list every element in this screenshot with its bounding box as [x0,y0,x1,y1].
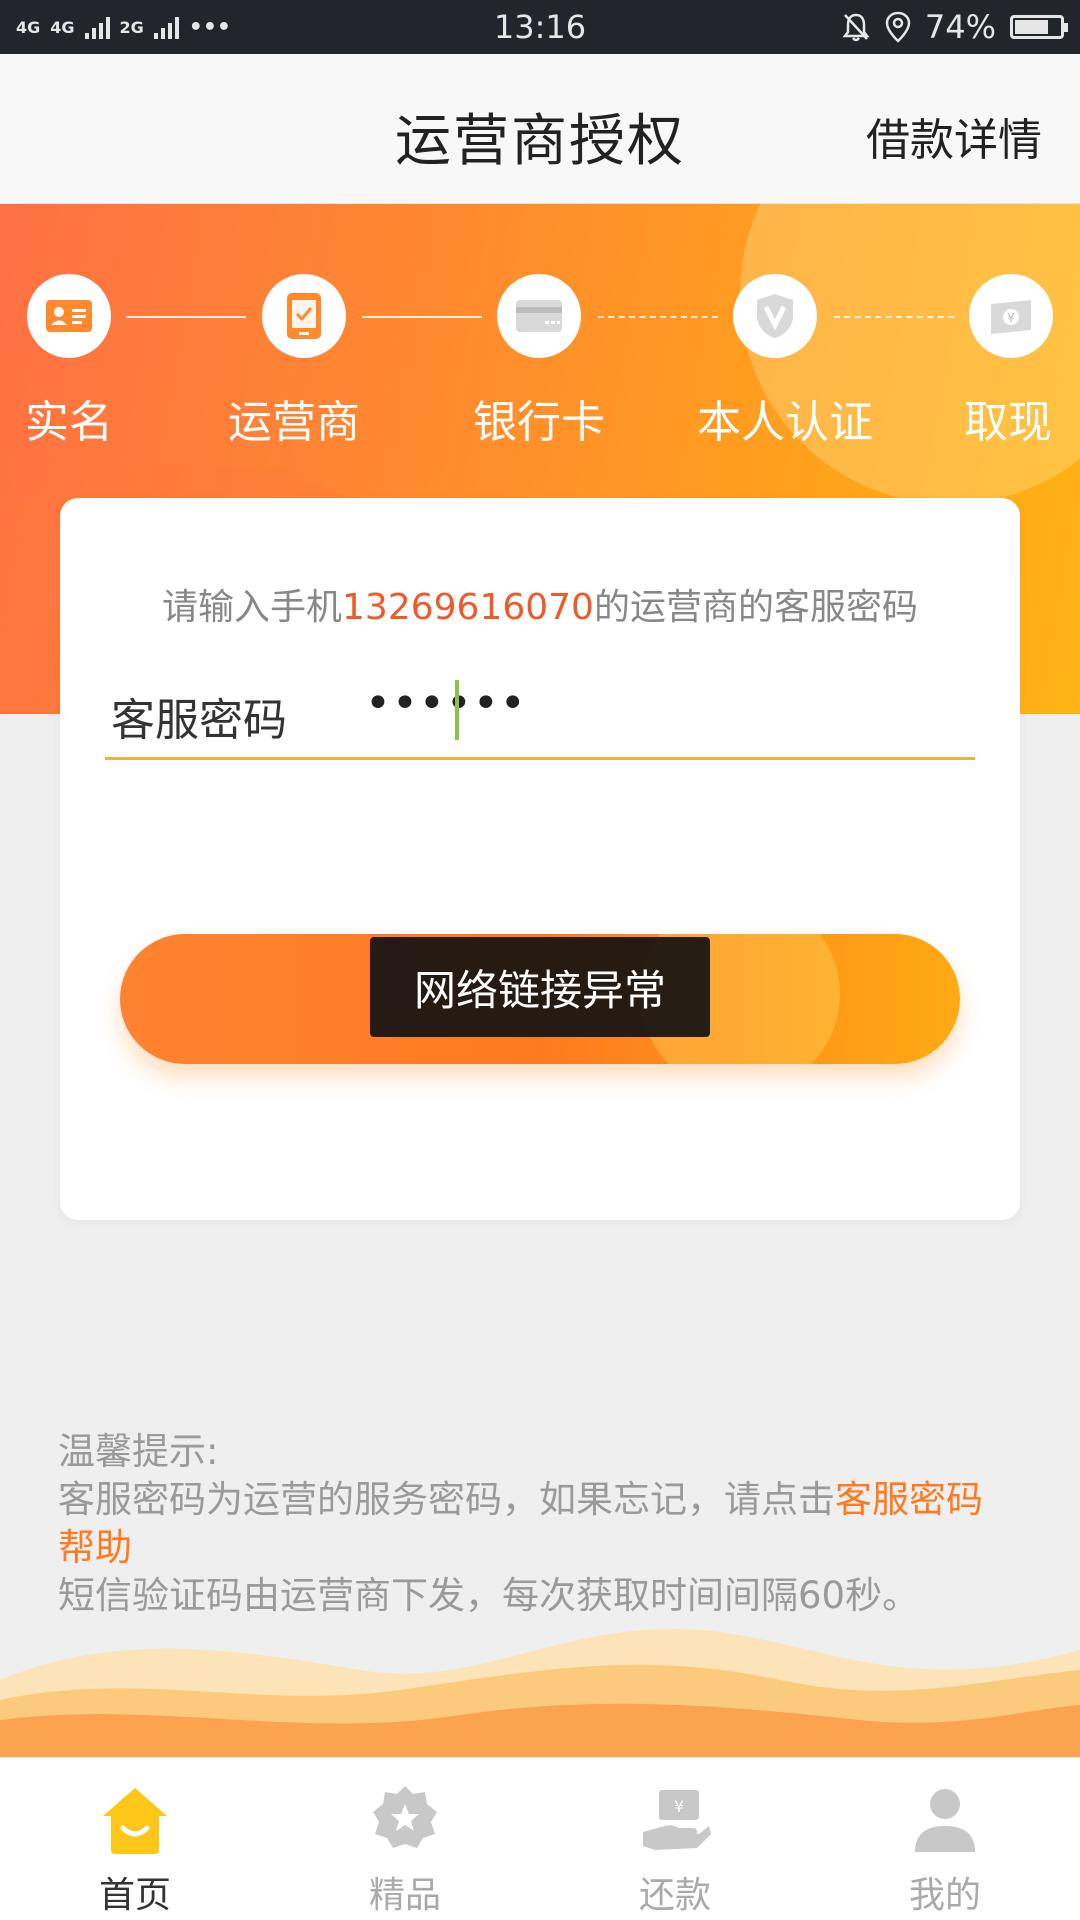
star-badge-icon [373,1786,437,1848]
password-input[interactable]: •••••• [365,678,527,729]
svg-text:¥: ¥ [674,1797,684,1816]
tab-home[interactable]: 首页 [0,1758,270,1920]
prompt-prefix: 请输入手机 [162,587,343,628]
step-label-carrier: 运营商 [228,397,360,448]
battery-percent: 74% [924,8,996,46]
network-type-label-2: 4G [50,17,75,37]
tips-section: 温馨提示: 客服密码为运营的服务密码，如果忘记，请点击客服密码帮助 短信验证码由… [58,1428,1018,1620]
repay-hand-icon: ¥ [643,1790,711,1850]
phone-prompt: 请输入手机13269616070的运营商的客服密码 [60,578,1020,630]
network-error-toast: 网络链接异常 [370,937,710,1037]
password-label: 客服密码 [111,695,287,746]
tab-label-mine: 我的 [908,1875,981,1916]
password-field-row[interactable]: 客服密码 •••••• [105,668,975,760]
tab-label-featured: 精品 [368,1875,441,1916]
home-icon [103,1788,167,1854]
step-connector [598,316,718,318]
svg-text:¥: ¥ [1007,311,1015,325]
loan-details-link[interactable]: 借款详情 [866,104,1042,168]
step-identity[interactable] [733,274,817,358]
tab-featured[interactable]: 精品 [270,1758,540,1920]
navigation-bar: 运营商授权 借款详情 [0,54,1080,204]
step-connector [362,316,482,318]
signal-strength-icon [84,15,110,39]
tab-label-home: 首页 [98,1875,171,1916]
bell-mute-icon [842,13,870,42]
phone-number: 13269616070 [342,587,594,628]
step-connector [834,316,954,318]
tips-title: 温馨提示: [58,1430,219,1473]
network-type-label: 4G [16,17,41,37]
battery-icon [1010,15,1068,39]
location-icon [885,11,911,43]
tab-repay[interactable]: ¥ 还款 [540,1758,810,1920]
user-icon [915,1789,975,1852]
step-bankcard[interactable] [497,274,581,358]
step-label-bankcard: 银行卡 [473,397,605,448]
more-dots-icon: ••• [188,14,231,40]
signal-indicators: 4G 4G 2G ••• [16,15,231,40]
bottom-tab-bar: 首页 精品 ¥ 还款 我的 [0,1757,1080,1920]
text-cursor [455,680,459,740]
wave-decoration [0,1629,1080,1760]
tab-mine[interactable]: 我的 [810,1758,1080,1920]
signal-strength-icon-2 [153,15,179,39]
shield-v-icon [757,294,793,338]
progress-steps: ¥ 实名 运营商 银行卡 本人认证 取现 [0,274,1080,454]
id-card-icon [46,300,92,332]
cash-icon: ¥ [991,300,1031,334]
tips-line-1-text: 客服密码为运营的服务密码，如果忘记，请点击 [58,1478,835,1521]
status-bar: 4G 4G 2G ••• 13:16 74% [0,0,1080,54]
prompt-suffix: 的运营商的客服密码 [593,587,918,628]
step-label-realname: 实名 [25,397,113,448]
step-label-identity: 本人认证 [697,397,873,448]
step-realname[interactable] [27,274,111,358]
auth-form-card: 请输入手机13269616070的运营商的客服密码 客服密码 •••••• [60,498,1020,1220]
tips-line-1: 客服密码为运营的服务密码，如果忘记，请点击客服密码帮助 [58,1476,1018,1572]
step-connector [126,316,246,318]
phone-check-icon [287,293,321,339]
step-carrier[interactable] [262,274,346,358]
step-label-withdraw: 取现 [964,397,1052,448]
tab-label-repay: 还款 [638,1875,711,1916]
step-withdraw[interactable]: ¥ [969,274,1053,358]
network-type-label-3: 2G [119,17,144,37]
bank-card-icon [516,300,562,332]
